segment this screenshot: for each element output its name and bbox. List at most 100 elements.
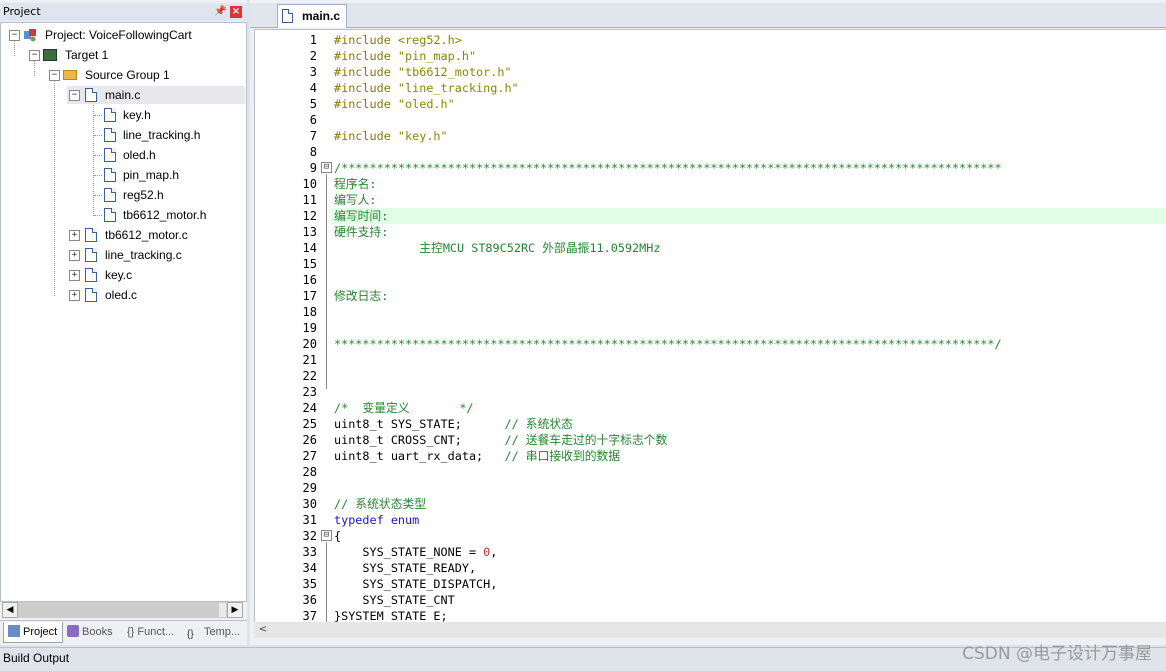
expand-toggle-icon[interactable]: + (69, 290, 80, 301)
code-line: #include "line_tracking.h" (334, 81, 519, 95)
tab-books[interactable]: Books (63, 622, 121, 642)
line-number: 7 (309, 129, 317, 143)
current-code-line: 编写时间: (331, 208, 1166, 224)
line-number: 13 (302, 225, 317, 239)
code-line: /***************************************… (334, 161, 1002, 175)
scrollbar-thumb[interactable] (19, 603, 219, 617)
scroll-right-arrow-icon[interactable]: ▶ (227, 602, 243, 618)
line-number: 8 (309, 145, 317, 159)
line-number: 21 (302, 353, 317, 367)
line-number: 25 (302, 417, 317, 431)
code-line: SYS_STATE_READY, (334, 561, 477, 575)
project-pane-header: Project 📌 × (0, 3, 247, 21)
scroll-left-arrow-icon[interactable]: ◀ (2, 602, 18, 618)
target-name: Target 1 (65, 48, 109, 62)
header-file-icon (104, 168, 116, 182)
c-file-icon (85, 288, 97, 302)
code-line: 修改日志: (334, 289, 389, 303)
editor-pane: main.c 1 2 3 4 5 6 7 8 9 10 11 12 13 14 15 16 17 18 19 20 21… (250, 0, 1166, 645)
code-line: SYS_STATE_CNT (334, 593, 455, 607)
pin-icon[interactable]: 📌 (214, 5, 226, 19)
header-file-icon (104, 108, 116, 122)
watermark: CSDN @电子设计万事屋 (962, 644, 1152, 664)
code-line: SYS_STATE_NONE = 0, (334, 545, 498, 559)
line-number: 11 (302, 193, 317, 207)
horizontal-scrollbar[interactable] (18, 602, 227, 618)
fold-toggle-icon[interactable]: ⊟ (321, 530, 332, 541)
file-name: pin_map.h (123, 168, 180, 182)
project-name: Project: VoiceFollowingCart (45, 28, 192, 42)
templates-icon: {} (187, 629, 194, 640)
tree-node-target[interactable]: − Target 1 (27, 46, 242, 64)
file-name: tb6612_motor.h (123, 208, 207, 222)
target-icon (43, 49, 57, 61)
line-number: 9 (309, 161, 317, 175)
collapse-toggle-icon[interactable]: − (69, 90, 80, 101)
file-name: key.h (123, 108, 151, 122)
file-name: line_tracking.h (123, 128, 201, 142)
code-line: ****************************************… (334, 337, 1002, 351)
line-number: 22 (302, 369, 317, 383)
code-editor[interactable]: 1 2 3 4 5 6 7 8 9 10 11 12 13 14 15 16 17 18 19 20 21 22 23 24 2… (254, 29, 1166, 623)
code-line: { (334, 529, 342, 543)
file-name: tb6612_motor.c (105, 228, 188, 242)
header-file-icon (104, 148, 116, 162)
collapse-toggle-icon[interactable]: − (49, 70, 60, 81)
tree-node-project[interactable]: − Project: VoiceFollowingCart (7, 26, 242, 44)
code-line: uint8_t SYS_STATE; // 系统状态 (334, 417, 573, 431)
header-file-icon (104, 208, 116, 222)
close-icon[interactable]: × (230, 6, 242, 18)
c-file-icon (85, 228, 97, 242)
line-number: 6 (309, 113, 317, 127)
expand-toggle-icon[interactable]: + (69, 230, 80, 241)
line-number: 35 (302, 577, 317, 591)
editor-horizontal-scrollbar[interactable]: < (254, 622, 1166, 638)
collapse-toggle-icon[interactable]: − (29, 50, 40, 61)
c-file-icon (85, 88, 97, 102)
line-number: 12 (302, 209, 317, 223)
code-line: 程序名: (334, 177, 377, 191)
line-number: 2 (309, 49, 317, 63)
line-number: 16 (302, 273, 317, 287)
code-line: typedef enum (334, 513, 420, 527)
tab-functions[interactable]: {} Funct... (123, 622, 181, 642)
tab-label: main.c (302, 9, 341, 23)
fold-toggle-icon[interactable]: ⊟ (321, 162, 332, 173)
expand-toggle-icon[interactable]: + (69, 250, 80, 261)
code-line: #include "tb6612_motor.h" (334, 65, 512, 79)
tab-templates[interactable]: {} Temp... (183, 622, 245, 642)
source-group-name: Source Group 1 (85, 68, 170, 82)
tab-project[interactable]: Project (3, 622, 63, 643)
scroll-left-arrow-icon[interactable]: < (256, 622, 270, 638)
project-pane: Project 📌 × − Project: VoiceFollowingCar… (0, 0, 247, 645)
expand-toggle-icon[interactable]: + (69, 270, 80, 281)
line-number: 37 (302, 609, 317, 623)
fold-guide (326, 542, 327, 622)
line-number: 4 (309, 81, 317, 95)
collapse-toggle-icon[interactable]: − (9, 30, 20, 41)
file-name: oled.c (105, 288, 138, 302)
line-number: 36 (302, 593, 317, 607)
tree-node-source-group[interactable]: − Source Group 1 (47, 66, 242, 84)
code-line: uint8_t CROSS_CNT; // 送餐车走过的十字标志个数 (334, 433, 668, 447)
tree-guide (54, 80, 55, 296)
line-number: 34 (302, 561, 317, 575)
line-number: 17 (302, 289, 317, 303)
tab-main-c[interactable]: main.c (277, 4, 347, 28)
line-number: 20 (302, 337, 317, 351)
editor-tab-strip: main.c (250, 3, 1166, 28)
file-name: line_tracking.c (105, 248, 182, 262)
line-number: 10 (302, 177, 317, 191)
tab-label: Temp... (204, 626, 241, 638)
code-line: 编写人: (334, 193, 377, 207)
line-number: 23 (302, 385, 317, 399)
code-line: 硬件支持: (334, 225, 389, 239)
line-number: 1 (309, 33, 317, 47)
code-line: uint8_t uart_rx_data; // 串口接收到的数据 (334, 449, 621, 463)
code-line: SYS_STATE_DISPATCH, (334, 577, 498, 591)
file-name: oled.h (123, 148, 156, 162)
tree-node-main-c[interactable]: − main.c (67, 86, 245, 104)
code-line: #include "key.h" (334, 129, 448, 143)
line-number: 32 (302, 529, 317, 543)
tree-guide (93, 100, 94, 216)
